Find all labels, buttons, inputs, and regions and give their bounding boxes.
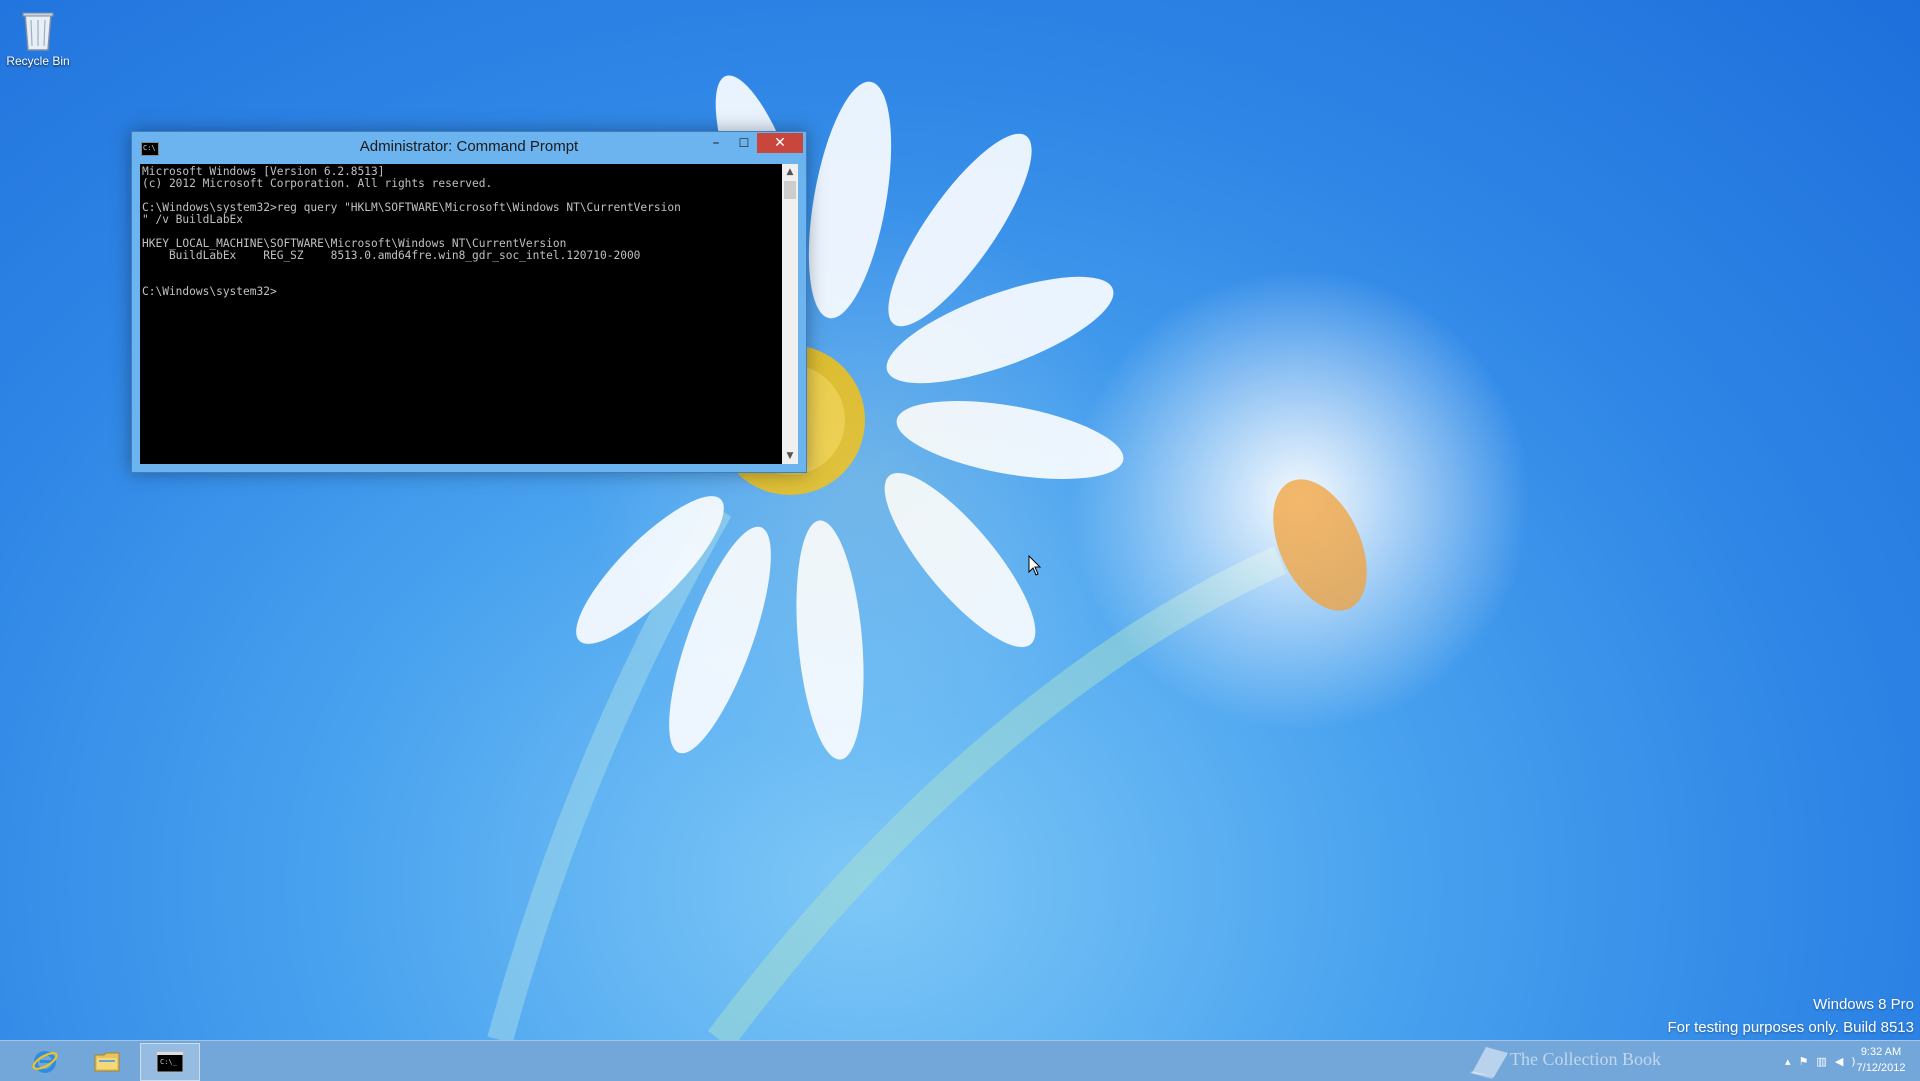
taskbar: C:\_ The Collection Book ▴⚑▥◀) 9:32 AM 7… bbox=[0, 1040, 1920, 1081]
network-icon[interactable]: ▥ bbox=[1816, 1055, 1834, 1068]
system-tray: The Collection Book ▴⚑▥◀) 9:32 AM 7/12/2… bbox=[1470, 1041, 1920, 1081]
desktop: Recycle Bin C:\ Administrator: Command P… bbox=[0, 0, 1920, 1040]
desktop-icon-label: Recycle Bin bbox=[6, 54, 70, 68]
close-button[interactable]: ✕ bbox=[757, 133, 803, 153]
show-hidden-icons-icon[interactable]: ▴ bbox=[1785, 1055, 1799, 1068]
cmd-icon: C:\_ bbox=[156, 1051, 184, 1073]
edition-watermark: Windows 8 Pro bbox=[1813, 996, 1914, 1013]
internet-explorer-icon bbox=[32, 1051, 58, 1073]
flag-icon[interactable]: ⚑ bbox=[1799, 1055, 1817, 1068]
clock-date: 7/12/2012 bbox=[1856, 1062, 1906, 1074]
title-bar[interactable]: C:\ Administrator: Command Prompt – ☐ ✕ bbox=[132, 132, 806, 162]
console-output[interactable]: Microsoft Windows [Version 6.2.8513] (c)… bbox=[140, 164, 782, 464]
svg-text:C:\_: C:\_ bbox=[160, 1058, 178, 1066]
recycle-bin-icon bbox=[22, 12, 54, 51]
scroll-thumb[interactable] bbox=[784, 181, 796, 199]
clock[interactable]: 9:32 AM 7/12/2012 bbox=[1850, 1044, 1912, 1076]
taskbar-file-explorer[interactable] bbox=[78, 1043, 136, 1079]
command-prompt-window[interactable]: C:\ Administrator: Command Prompt – ☐ ✕ … bbox=[131, 131, 807, 473]
file-explorer-icon bbox=[94, 1052, 120, 1072]
minimize-button[interactable]: – bbox=[702, 133, 730, 153]
mouse-cursor-icon bbox=[1028, 555, 1042, 576]
build-watermark: For testing purposes only. Build 8513 bbox=[1667, 1019, 1914, 1036]
console-text: Microsoft Windows [Version 6.2.8513] (c)… bbox=[142, 165, 681, 298]
taskbar-command-prompt[interactable]: C:\_ bbox=[140, 1043, 200, 1081]
clock-time: 9:32 AM bbox=[1860, 1046, 1902, 1058]
maximize-button[interactable]: ☐ bbox=[730, 133, 758, 153]
desktop-icon-recycle-bin[interactable]: Recycle Bin bbox=[4, 4, 72, 76]
scroll-up-icon[interactable]: ▲ bbox=[782, 164, 798, 180]
taskbar-internet-explorer[interactable] bbox=[16, 1043, 74, 1079]
tray-overlay-text: The Collection Book bbox=[1510, 1049, 1661, 1069]
vertical-scrollbar[interactable]: ▲ ▼ bbox=[782, 164, 798, 464]
scroll-down-icon[interactable]: ▼ bbox=[782, 448, 798, 464]
book-icon bbox=[1470, 1047, 1508, 1079]
